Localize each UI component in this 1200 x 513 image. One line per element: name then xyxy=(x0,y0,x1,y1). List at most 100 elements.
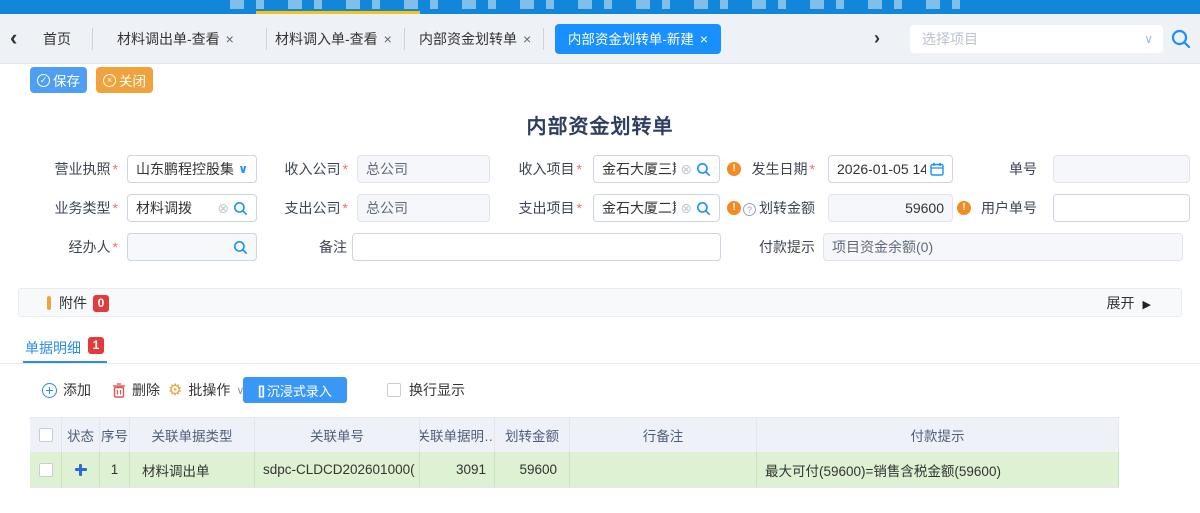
col-amount: 划转金额 xyxy=(495,418,570,452)
question-icon[interactable]: ? xyxy=(743,203,756,216)
business-type-label: 业务类型* xyxy=(38,194,118,222)
clear-icon[interactable]: ⊗ xyxy=(217,201,229,215)
tab-separator xyxy=(92,28,93,50)
expense-company-field: 总公司 xyxy=(357,194,490,222)
tab-close-icon[interactable]: × xyxy=(700,31,708,47)
row-doc-no-link[interactable]: sdpc-CLDCD202601000( xyxy=(255,452,420,487)
table-header-row: 状态 序号 关联单据类型 关联单号 关联单据明… 划转金额 行备注 付款提示 xyxy=(30,417,1119,452)
save-button[interactable]: ✓ 保存 xyxy=(30,67,87,93)
row-amount-cell: 59600 xyxy=(495,452,570,487)
user-doc-no-input[interactable] xyxy=(1053,194,1190,222)
chevron-down-icon: ∨ xyxy=(1144,25,1153,53)
col-doc-detail: 关联单据明… xyxy=(420,418,495,452)
tab-close-icon[interactable]: × xyxy=(523,31,531,47)
row-seq-cell: 1 xyxy=(100,452,130,487)
tabs-scroll-left-icon[interactable]: ‹ xyxy=(10,14,17,62)
required-mark: * xyxy=(577,200,582,216)
col-row-remark: 行备注 xyxy=(570,418,757,452)
row-status-cell xyxy=(62,452,100,487)
row-remark-cell xyxy=(570,452,757,487)
trash-icon xyxy=(112,383,126,398)
doc-no-label: 单号 xyxy=(957,155,1037,183)
remark-input[interactable] xyxy=(352,233,721,261)
wrap-display-option[interactable]: 换行显示 xyxy=(387,377,465,403)
tab-home[interactable]: 首页 xyxy=(43,14,71,64)
business-license-label: 营业执照* xyxy=(38,155,118,183)
project-select-placeholder: 选择项目 xyxy=(922,25,978,53)
add-row-button[interactable]: 添加 xyxy=(42,377,91,403)
expense-project-label: 支出项目* xyxy=(502,194,582,222)
search-icon[interactable] xyxy=(1170,28,1192,50)
attachment-label: 附件 xyxy=(59,289,87,317)
row-doc-detail-cell: 3091 xyxy=(420,452,495,487)
required-mark: * xyxy=(577,161,582,177)
tab-bar: ‹ 首页 材料调出单-查看× 材料调入单-查看× 内部资金划转单× 内部资金划转… xyxy=(0,14,1200,64)
business-type-field[interactable]: 材料调拨 ⊗ xyxy=(127,194,257,222)
user-doc-no-label: 用户单号 xyxy=(957,194,1037,222)
col-doc-type: 关联单据类型 xyxy=(130,418,255,452)
business-license-select[interactable]: 山东鹏程控股集团 ∨ xyxy=(127,155,257,183)
payment-tip-field: 项目资金余额(0) xyxy=(823,233,1183,261)
col-status: 状态 xyxy=(62,418,100,452)
wrap-display-checkbox[interactable] xyxy=(387,383,401,397)
search-icon[interactable] xyxy=(696,201,711,216)
batch-actions-button[interactable]: ⚙ 批操作 ∨ xyxy=(168,377,244,403)
tab-close-icon[interactable]: × xyxy=(384,31,392,47)
occur-date-field[interactable]: 2026-01-05 14: xyxy=(828,155,953,183)
required-mark: * xyxy=(810,161,815,177)
tab-separator xyxy=(404,28,405,50)
select-all-checkbox[interactable] xyxy=(39,428,53,442)
immersive-entry-button[interactable]: [] 沉浸式录入 xyxy=(243,377,347,403)
chevron-down-icon: ∨ xyxy=(238,162,248,176)
expand-toggle[interactable]: 展开▶ xyxy=(1107,289,1151,319)
expand-arrow-icon: ▶ xyxy=(1143,299,1151,311)
detail-count-badge: 1 xyxy=(88,337,104,354)
required-mark: * xyxy=(113,161,118,177)
header-select-cell xyxy=(30,418,62,452)
transfer-amount-label: ?划转金额 xyxy=(731,194,815,222)
search-icon[interactable] xyxy=(233,201,248,216)
row-expand-plus-icon[interactable] xyxy=(75,464,87,476)
detail-table: 状态 序号 关联单据类型 关联单号 关联单据明… 划转金额 行备注 付款提示 1… xyxy=(30,417,1119,488)
handler-label: 经办人* xyxy=(38,233,118,261)
tab-fund-transfer[interactable]: 内部资金划转单× xyxy=(419,14,531,64)
calendar-icon[interactable] xyxy=(930,162,944,176)
payment-tip-label: 付款提示 xyxy=(735,233,815,261)
gear-icon: ⚙ xyxy=(168,380,182,400)
page-title: 内部资金划转单 xyxy=(0,110,1200,139)
search-icon[interactable] xyxy=(696,162,711,177)
close-circle-icon: × xyxy=(103,74,116,87)
transfer-amount-field: 59600 xyxy=(828,194,953,222)
expense-project-field[interactable]: 金石大厦二期 ⊗ xyxy=(593,194,720,222)
delete-row-button[interactable]: 删除 xyxy=(112,377,160,403)
row-checkbox[interactable] xyxy=(39,463,53,477)
attachment-section: 附件 0 展开▶ xyxy=(18,288,1182,317)
table-row[interactable]: 1 材料调出单 sdpc-CLDCD202601000( 3091 59600 … xyxy=(30,452,1119,488)
required-mark: * xyxy=(343,161,348,177)
tab-material-in-view[interactable]: 材料调入单-查看× xyxy=(275,14,392,64)
tab-separator xyxy=(266,28,267,50)
row-select-cell xyxy=(30,452,62,487)
clear-icon[interactable]: ⊗ xyxy=(680,162,692,176)
col-pay-tip: 付款提示 xyxy=(757,418,1119,452)
row-doc-type-cell: 材料调出单 xyxy=(130,452,255,487)
tab-fund-transfer-new-active[interactable]: 内部资金划转单-新建× xyxy=(555,24,721,54)
project-select[interactable]: 选择项目 ∨ xyxy=(910,25,1163,53)
income-company-label: 收入公司* xyxy=(268,155,348,183)
clear-icon[interactable]: ⊗ xyxy=(680,201,692,215)
required-mark: * xyxy=(113,200,118,216)
tab-material-out-view[interactable]: 材料调出单-查看× xyxy=(117,14,234,64)
divider xyxy=(0,363,1200,364)
income-project-field[interactable]: 金石大厦三期 ⊗ xyxy=(593,155,720,183)
fullscreen-icon: [] xyxy=(258,383,263,398)
handler-field[interactable] xyxy=(127,233,257,261)
top-menu-bar xyxy=(0,0,1200,14)
required-mark: * xyxy=(343,200,348,216)
search-icon[interactable] xyxy=(233,240,248,255)
close-button[interactable]: × 关闭 xyxy=(96,67,153,93)
tab-detail-list[interactable]: 单据明细 xyxy=(25,338,81,358)
section-marker xyxy=(47,296,51,310)
income-project-label: 收入项目* xyxy=(502,155,582,183)
tabs-scroll-right-icon[interactable]: › xyxy=(874,14,880,62)
tab-close-icon[interactable]: × xyxy=(226,31,234,47)
